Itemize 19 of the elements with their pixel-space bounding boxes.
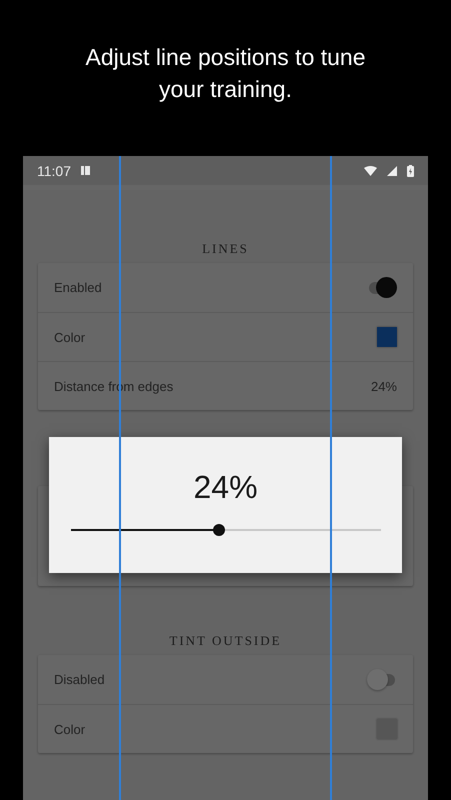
setting-label: Enabled [54, 280, 103, 295]
battery-icon [407, 164, 414, 176]
distance-slider[interactable] [70, 523, 380, 537]
wifi-icon [364, 166, 377, 176]
status-time: 11:07 [37, 162, 71, 178]
setting-value: 24% [370, 378, 397, 394]
dialog-value: 24% [193, 469, 258, 505]
color-swatch[interactable] [377, 327, 397, 347]
setting-label: Color [54, 330, 86, 344]
section-title: LINES [201, 240, 250, 258]
signal-icon [387, 166, 397, 176]
setting-label: Color [54, 722, 86, 736]
section-title: TINT OUTSIDE [168, 632, 283, 650]
headline: Adjust line positions to tune your training. [86, 43, 366, 104]
setting-label: Disabled [54, 672, 106, 687]
notification-icon [81, 166, 90, 175]
toggle-switch[interactable] [367, 276, 397, 298]
toggle-switch[interactable] [367, 668, 397, 690]
slider-thumb[interactable] [213, 524, 226, 536]
